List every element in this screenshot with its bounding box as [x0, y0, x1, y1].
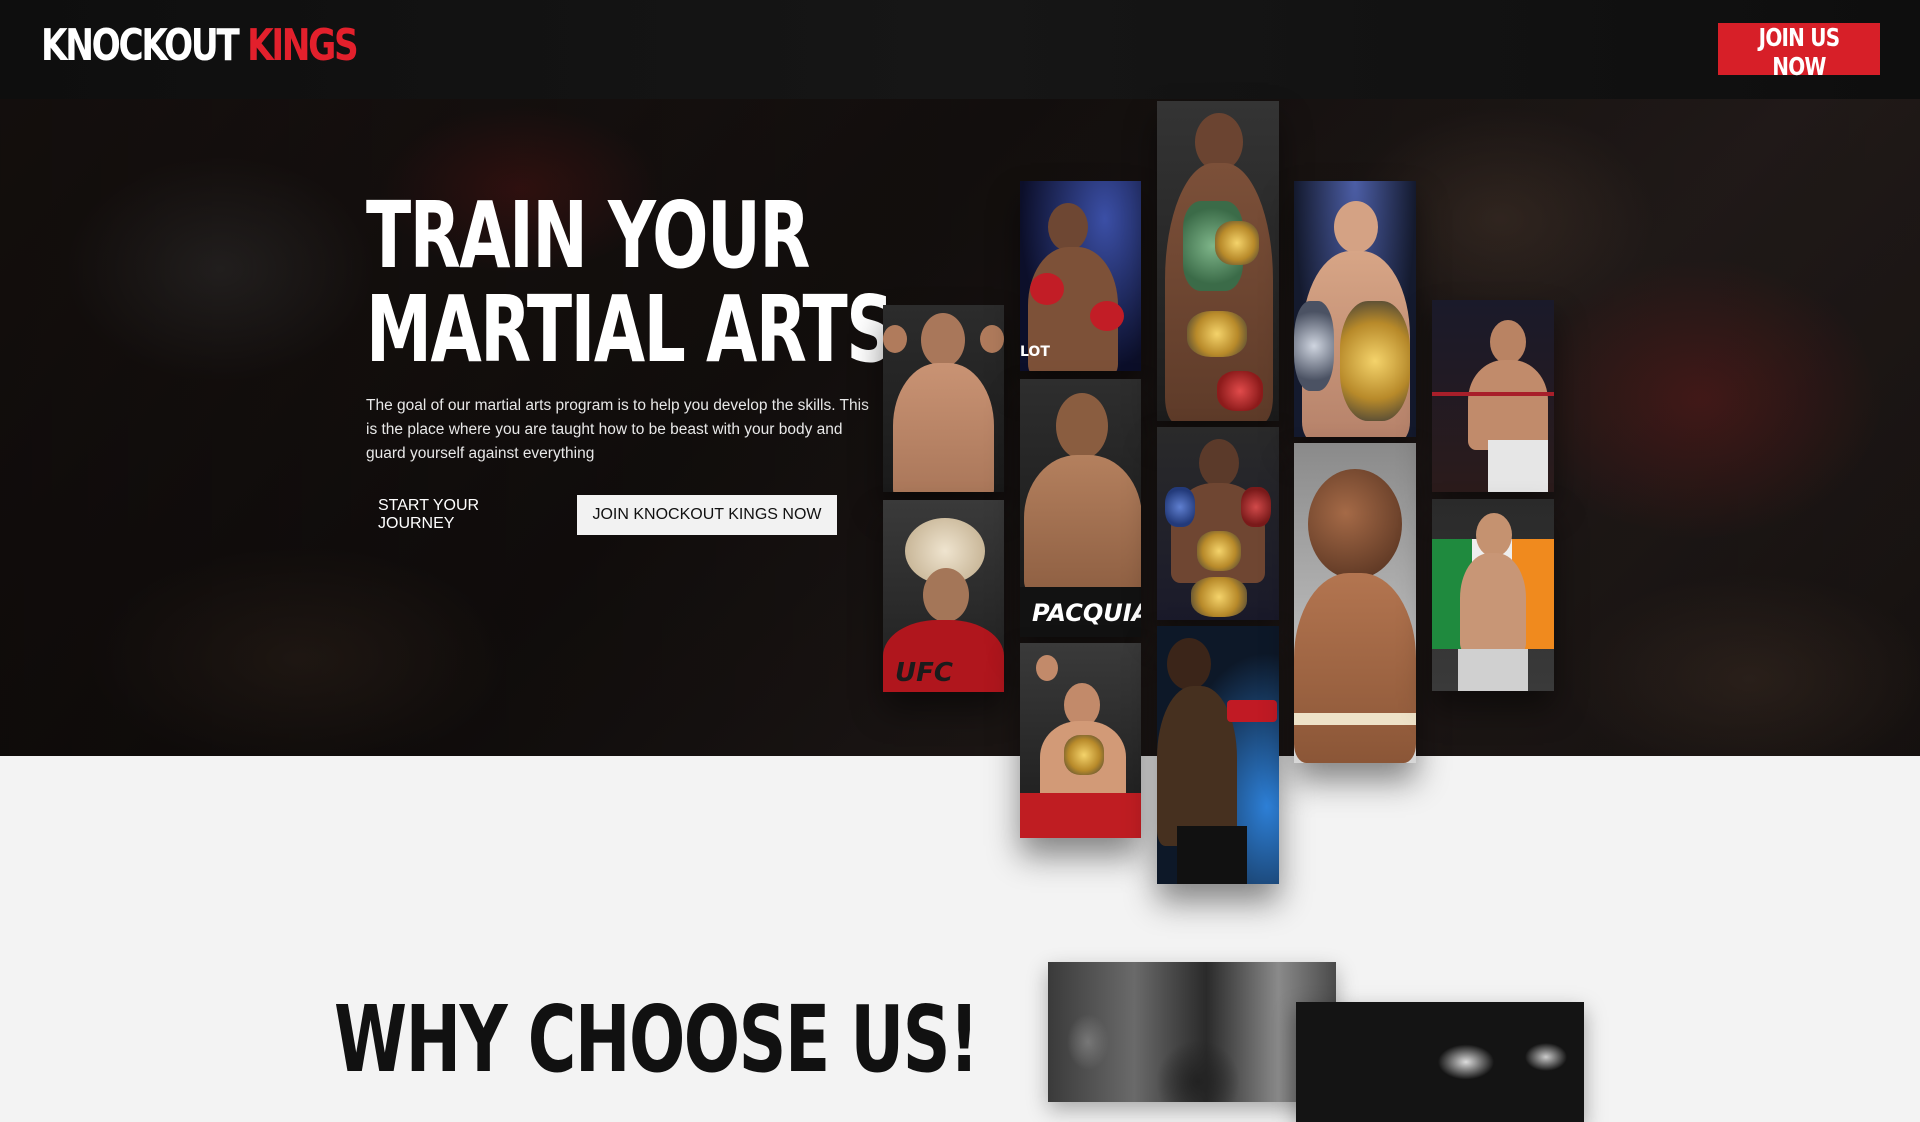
fighter-photo-7	[1157, 427, 1279, 620]
fighter-photo-3: LOT	[1020, 181, 1141, 371]
hero-description: The goal of our martial arts program is …	[366, 397, 869, 462]
fighter-photo-12	[1432, 499, 1554, 691]
fighter-photo-11	[1432, 300, 1554, 492]
hero-title-line1: TRAIN YOUR	[366, 182, 810, 289]
ufc-caption: UFC	[895, 658, 953, 688]
fighter-photo-1	[883, 305, 1004, 492]
slot-caption: LOT	[1020, 344, 1050, 360]
hero-title-line2: MARTIAL ARTS	[366, 276, 894, 383]
site-logo[interactable]: KNOCKOUT KINGS	[41, 20, 359, 72]
join-us-now-label: JOIN US NOW	[1758, 23, 1840, 81]
top-navbar: KNOCKOUT KINGS JOIN US NOW	[0, 0, 1920, 99]
fighter-photo-10	[1294, 443, 1416, 763]
fighter-photo-pacquiao: PACQUIAO	[1020, 379, 1141, 637]
join-us-now-button[interactable]: JOIN US NOW	[1718, 23, 1880, 81]
fighter-photo-6	[1157, 101, 1279, 421]
logo-main-text: KNOCKOUT	[41, 20, 240, 71]
pacquiao-caption: PACQUIAO	[1032, 599, 1141, 627]
why-choose-us-heading: WHY CHOOSE US!	[334, 986, 979, 1093]
training-photo-1	[1048, 962, 1336, 1102]
fighter-photo-9	[1294, 181, 1416, 437]
fighter-photo-8	[1157, 626, 1279, 884]
training-photo-2	[1296, 1002, 1584, 1122]
hero-title: TRAIN YOUR MARTIAL ARTS	[366, 182, 894, 383]
fighter-photo-2: UFC	[883, 500, 1004, 692]
fighter-photo-5	[1020, 643, 1141, 838]
join-knockout-kings-button[interactable]: JOIN KNOCKOUT KINGS NOW	[577, 495, 837, 535]
start-journey-button[interactable]: START YOUR JOURNEY	[366, 495, 556, 535]
logo-accent-text: KINGS	[247, 20, 359, 71]
